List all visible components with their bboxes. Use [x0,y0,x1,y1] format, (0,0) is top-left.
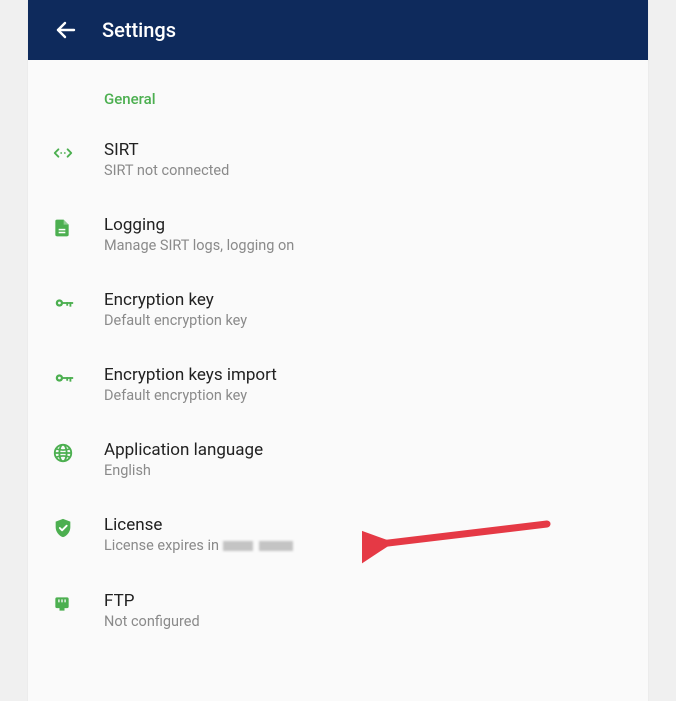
item-text: Application language English [104,440,624,479]
item-title: License [104,515,624,535]
item-ftp[interactable]: FTP Not configured [28,577,648,652]
item-text: Encryption key Default encryption key [104,290,624,329]
license-expires-label: License expires in [104,537,223,554]
key-icon [52,365,104,389]
item-title: SIRT [104,140,624,160]
back-button[interactable] [48,12,84,48]
page-title: Settings [102,18,176,42]
item-subtitle: Not configured [104,613,624,630]
redacted-date [223,538,299,555]
network-icon [52,140,104,164]
item-language[interactable]: Application language English [28,426,648,501]
item-logging[interactable]: Logging Manage SIRT logs, logging on [28,201,648,276]
item-encryption-key[interactable]: Encryption key Default encryption key [28,276,648,351]
item-subtitle: English [104,462,624,479]
app-bar: Settings [28,0,648,60]
item-subtitle: License expires in [104,537,624,555]
item-text: FTP Not configured [104,591,624,630]
item-subtitle: SIRT not connected [104,162,624,179]
item-title: Application language [104,440,624,460]
item-subtitle: Manage SIRT logs, logging on [104,237,624,254]
globe-icon [52,440,104,464]
item-title: Encryption keys import [104,365,624,385]
document-icon [52,215,104,239]
item-text: Encryption keys import Default encryptio… [104,365,624,404]
settings-screen: Settings General SIRT SIRT not connected [28,0,648,701]
item-license[interactable]: License License expires in [28,501,648,577]
item-encryption-import[interactable]: Encryption keys import Default encryptio… [28,351,648,426]
item-text: Logging Manage SIRT logs, logging on [104,215,624,254]
section-header-general: General [28,84,648,126]
item-sirt[interactable]: SIRT SIRT not connected [28,126,648,201]
item-subtitle: Default encryption key [104,387,624,404]
arrow-left-icon [54,18,78,42]
item-title: Logging [104,215,624,235]
key-icon [52,290,104,314]
item-title: Encryption key [104,290,624,310]
ethernet-icon [52,591,104,615]
shield-check-icon [52,515,104,539]
item-subtitle: Default encryption key [104,312,624,329]
settings-list: General SIRT SIRT not connected [28,60,648,664]
item-text: License License expires in [104,515,624,555]
item-title: FTP [104,591,624,611]
item-text: SIRT SIRT not connected [104,140,624,179]
